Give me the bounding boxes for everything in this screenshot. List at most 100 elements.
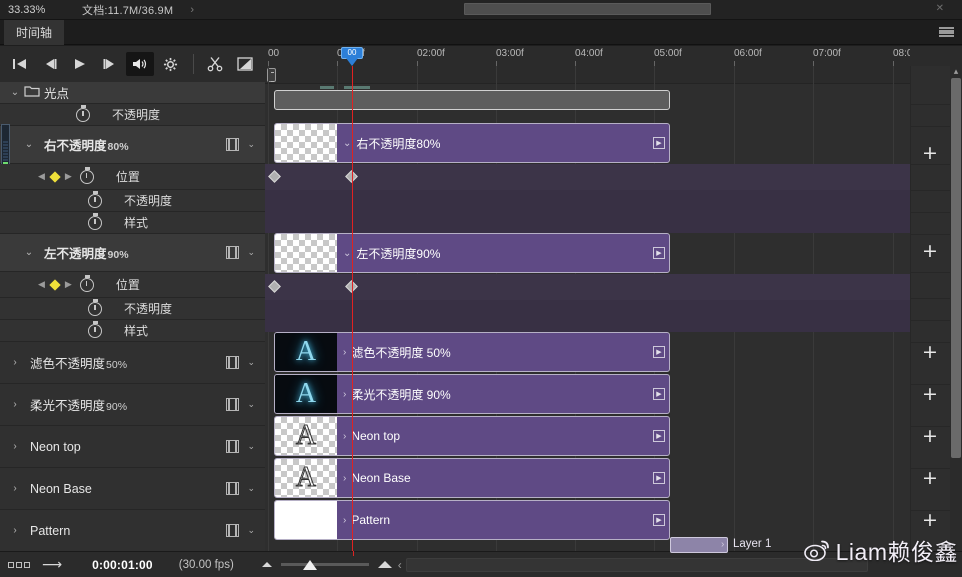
go-to-first-frame-button[interactable] <box>6 52 34 76</box>
keyframe-lane[interactable] <box>265 212 910 233</box>
next-keyframe-icon[interactable]: ▶ <box>65 171 72 182</box>
chevron-down-icon[interactable]: ⌄ <box>247 357 255 368</box>
next-frame-button[interactable] <box>96 52 124 76</box>
chevron-right-icon[interactable]: › <box>343 473 346 484</box>
chevron-right-icon[interactable]: › <box>6 483 24 494</box>
keyframe-lane[interactable] <box>265 164 910 190</box>
stopwatch-icon[interactable] <box>88 298 102 316</box>
zoom-slider-knob[interactable] <box>302 559 317 570</box>
scroll-up-icon[interactable]: ▴ <box>950 66 962 77</box>
clip-左不透明度90%[interactable]: ⌄ 左不透明度90% ▶ <box>274 233 670 273</box>
add-media-button[interactable]: + <box>921 242 939 261</box>
film-strip-icon[interactable] <box>226 482 239 495</box>
clip-body[interactable]: ⌄ 右不透明度80% ▶ <box>337 124 669 162</box>
layer-row-style-2[interactable]: 样式 <box>0 320 265 342</box>
keyframe-lane[interactable] <box>265 190 910 212</box>
keyframe-navigator[interactable]: ◀ ▶ <box>38 170 72 183</box>
layer-row-style-1[interactable]: 样式 <box>0 212 265 234</box>
tab-timeline[interactable]: 时间轴 <box>4 20 65 45</box>
filmstrip-icon[interactable] <box>8 561 30 568</box>
chevron-right-icon[interactable]: › <box>343 347 346 358</box>
clip-transition-button[interactable]: ▶ <box>653 388 665 400</box>
clip-body[interactable]: › 滤色不透明度 50% ▶ <box>337 333 669 371</box>
clip-body[interactable]: ⌄ 左不透明度90% ▶ <box>337 234 669 272</box>
layer-list-panel[interactable]: ⌄ 光点 不透明度 ⌄ 右不透明度80% ⌄ ◀ ▶ 位置 不透明度 样式 ⌄ 左不透明度90% ⌄ ◀ ▶ 位… <box>0 82 265 551</box>
stopwatch-icon[interactable] <box>79 274 94 292</box>
previous-keyframe-icon[interactable]: ◀ <box>38 279 45 290</box>
layer-row-Neon-Base[interactable]: › Neon Base ⌄ <box>0 468 265 510</box>
add-media-button[interactable]: + <box>921 427 939 446</box>
add-media-button[interactable]: + <box>921 343 939 362</box>
bottom-clip-chevron-icon[interactable]: › <box>721 539 724 550</box>
add-media-button[interactable]: + <box>921 511 939 530</box>
layer-row-滤色不透明度50%[interactable]: › 滤色不透明度50% ⌄ <box>0 342 265 384</box>
vertical-scrollbar[interactable]: ▴ <box>950 66 962 551</box>
add-media-button[interactable]: + <box>921 469 939 488</box>
clip-transition-button[interactable]: ▶ <box>653 472 665 484</box>
next-keyframe-icon[interactable]: ▶ <box>65 279 72 290</box>
film-strip-icon[interactable] <box>226 398 239 411</box>
close-icon[interactable]: ✕ <box>936 3 944 14</box>
add-media-button[interactable]: + <box>921 385 939 404</box>
chevron-down-icon[interactable]: ⌄ <box>247 399 255 410</box>
playhead-handle[interactable]: 00 <box>341 47 363 66</box>
chevron-down-icon[interactable]: ⌄ <box>20 139 38 150</box>
layer-row-opacity-1[interactable]: 不透明度 <box>0 190 265 212</box>
layer-row-光点[interactable]: ⌄ 光点 <box>0 82 265 104</box>
chevron-down-icon[interactable]: ⌄ <box>20 247 38 258</box>
chevron-right-icon[interactable]: › <box>343 515 346 526</box>
clip-transition-button[interactable]: ▶ <box>653 247 665 259</box>
layer-row-opacity-2[interactable]: 不透明度 <box>0 298 265 320</box>
stopwatch-icon[interactable] <box>76 104 90 122</box>
play-button[interactable] <box>66 52 94 76</box>
stopwatch-icon[interactable] <box>88 190 102 208</box>
panel-menu-icon[interactable] <box>939 26 954 38</box>
doc-expand-arrow-icon[interactable]: › <box>187 4 197 16</box>
keyframe-diamond-icon[interactable] <box>49 170 61 183</box>
timeline-zoom-slider[interactable] <box>280 559 369 571</box>
chevron-down-icon[interactable]: ⌄ <box>247 247 255 258</box>
layer-row-Pattern[interactable]: › Pattern ⌄ <box>0 510 265 551</box>
scrollbar-thumb[interactable] <box>464 3 711 15</box>
add-media-button[interactable]: + <box>921 144 939 163</box>
chevron-down-icon[interactable]: ⌄ <box>247 139 255 150</box>
timeline-horizontal-scrollbar[interactable] <box>405 557 868 572</box>
layer-row-右不透明度80%[interactable]: ⌄ 右不透明度80% ⌄ <box>0 124 265 184</box>
chevron-down-icon[interactable]: ⌄ <box>6 87 24 98</box>
settings-gear-button[interactable] <box>156 52 184 76</box>
stopwatch-icon[interactable] <box>88 320 102 338</box>
clip-transition-button[interactable]: ▶ <box>653 430 665 442</box>
clip-body[interactable]: › Pattern ▶ <box>337 501 669 539</box>
chevron-right-icon[interactable]: › <box>6 399 24 410</box>
chevron-down-icon[interactable]: ⌄ <box>343 248 351 259</box>
zoom-in-icon[interactable] <box>377 561 392 568</box>
document-horizontal-scrollbar[interactable] <box>400 2 945 16</box>
convert-to-video-timeline-icon[interactable]: ⟶ <box>42 556 62 573</box>
previous-frame-button[interactable] <box>36 52 64 76</box>
chevron-right-icon[interactable]: › <box>343 389 346 400</box>
layer-row-position-2[interactable]: ◀ ▶ 位置 <box>0 272 265 298</box>
keyframe-marker[interactable] <box>268 280 281 293</box>
vertical-scrollbar-thumb[interactable] <box>951 78 961 458</box>
clip-neon-base[interactable]: A › Neon Base ▶ <box>274 458 670 498</box>
layer-row-左不透明度90%[interactable]: ⌄ 左不透明度90% ⌄ <box>0 234 265 272</box>
film-strip-icon[interactable] <box>226 524 239 537</box>
chevron-down-icon[interactable]: ⌄ <box>247 441 255 452</box>
previous-keyframe-icon[interactable]: ◀ <box>38 171 45 182</box>
timeline-ruler[interactable]: 0001:00f02:00f03:00f04:00f05:00f06:00f07… <box>265 46 910 66</box>
keyframe-lane[interactable] <box>265 274 910 300</box>
stopwatch-icon[interactable] <box>88 212 102 230</box>
clip-neon-top[interactable]: A › Neon top ▶ <box>274 416 670 456</box>
clip-右不透明度80%[interactable]: ⌄ 右不透明度80% ▶ <box>274 123 670 163</box>
collapse-icon[interactable]: ‹ <box>398 558 402 572</box>
clip-transition-button[interactable]: ▶ <box>653 137 665 149</box>
layer-row-group-opacity[interactable]: 不透明度 <box>0 104 265 126</box>
clip-transition-button[interactable]: ▶ <box>653 346 665 358</box>
clip-pattern[interactable]: › Pattern ▶ <box>274 500 670 540</box>
keyframe-lane[interactable] <box>265 322 910 332</box>
film-strip-icon[interactable] <box>226 138 239 151</box>
group-clip-光点[interactable] <box>274 90 670 110</box>
chevron-down-icon[interactable]: ⌄ <box>247 483 255 494</box>
clip-body[interactable] <box>275 91 669 109</box>
clip-柔光不透明度90%[interactable]: A › 柔光不透明度 90% ▶ <box>274 374 670 414</box>
